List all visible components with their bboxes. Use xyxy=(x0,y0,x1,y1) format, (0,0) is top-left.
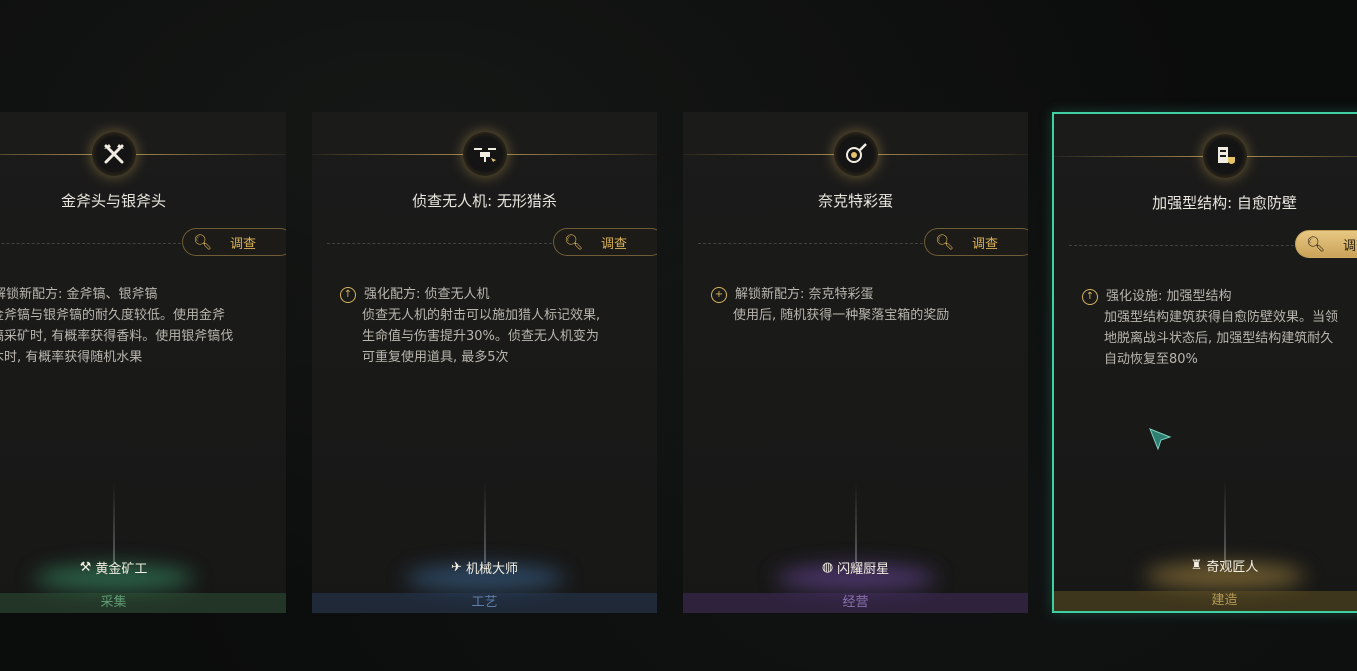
light-beam xyxy=(112,483,115,563)
divider xyxy=(327,243,552,244)
card-title: 奈克特彩蛋 xyxy=(817,192,893,210)
category-bar: 经营 xyxy=(683,593,1028,613)
pan-small-icon: ◍ xyxy=(821,560,834,575)
light-beam xyxy=(854,483,857,563)
effect-block: ↑ 强化配方: 侦查无人机 侦查无人机的射击可以施加猎人标记效果, 生命值与伤害提… xyxy=(340,284,647,368)
frying-pan-icon xyxy=(833,132,878,176)
effect-body: 使用后, 随机获得一种聚落宝箱的奖励 xyxy=(733,308,950,323)
effect-body: 加强型结构建筑获得自愈防壁效果。当领 地脱离战斗状态后, 加强型结构建筑耐久 自… xyxy=(1104,310,1339,367)
building-shield-icon xyxy=(1202,134,1247,178)
talent-card-reinforced-structure[interactable]: 加强型结构: 自愈防壁 🔍︎ 调查 ↑ 强化设施: 加强型结构 加强型结构建筑获得… xyxy=(1052,112,1357,613)
upgrade-icon: ↑ xyxy=(1082,288,1098,305)
investigate-label: 调查 xyxy=(1343,238,1357,254)
effect-block: + 解锁新配方: 奈克特彩蛋 使用后, 随机获得一种聚落宝箱的奖励 xyxy=(711,284,1018,326)
divider xyxy=(0,243,181,244)
profession-name: 黄金矿工 xyxy=(95,562,148,577)
investigate-button[interactable]: 🔍︎ 调查 xyxy=(924,228,1028,256)
search-icon: 🔍︎ xyxy=(193,233,213,251)
profession-label: ♜ 奇观匠人 xyxy=(1054,556,1357,575)
talent-card-scout-drone[interactable]: 侦查无人机: 无形猎杀 🔍︎ 调查 ↑ 强化配方: 侦查无人机 侦查无人机的射击可… xyxy=(312,112,657,613)
investigate-label: 调查 xyxy=(230,236,257,252)
card-title: 加强型结构: 自愈防壁 xyxy=(1152,194,1297,212)
category-bar: 建造 xyxy=(1054,591,1357,611)
crossed-axes-icon xyxy=(91,132,136,176)
profession-label: ✈ 机械大师 xyxy=(312,558,657,577)
investigate-button[interactable]: 🔍︎ 调查 xyxy=(182,228,286,256)
effect-head: 强化设施: 加强型结构 xyxy=(1106,289,1232,304)
category-bar: 采集 xyxy=(0,593,286,613)
light-beam xyxy=(1223,481,1226,561)
light-beam xyxy=(483,483,486,563)
divider xyxy=(1069,245,1294,246)
pickaxe-icon: ⚒ xyxy=(79,560,92,575)
investigate-button[interactable]: 🔍︎ 调查 xyxy=(1295,230,1357,258)
effect-head: 解锁新配方: 金斧镐、银斧镐 xyxy=(0,287,158,302)
investigate-label: 调查 xyxy=(972,236,999,252)
drone-icon xyxy=(462,132,507,176)
effect-head: 解锁新配方: 奈克特彩蛋 xyxy=(735,287,874,302)
effect-body: 侦查无人机的射击可以施加猎人标记效果, 生命值与伤害提升30%。侦查无人机变为 … xyxy=(362,308,601,365)
search-icon: 🔍︎ xyxy=(564,233,584,251)
search-icon: 🔍︎ xyxy=(1306,235,1326,253)
talent-selection-screen: 金斧头与银斧头 🔍︎ 调查 +解锁新配方: 金斧镐、银斧镐 金斧镐与银斧镐的耐久… xyxy=(0,0,1357,671)
plus-icon: + xyxy=(711,286,727,303)
profession-name: 机械大师 xyxy=(465,562,518,577)
card-ornament xyxy=(0,152,286,158)
drone-small-icon: ✈ xyxy=(451,560,462,575)
investigate-button[interactable]: 🔍︎ 调查 xyxy=(553,228,657,256)
statue-small-icon: ♜ xyxy=(1190,558,1203,573)
upgrade-icon: ↑ xyxy=(340,286,356,303)
search-icon: 🔍︎ xyxy=(935,233,955,251)
category-bar: 工艺 xyxy=(312,593,657,613)
profession-name: 闪耀厨星 xyxy=(837,562,890,577)
profession-name: 奇观匠人 xyxy=(1206,560,1259,575)
effect-block: +解锁新配方: 金斧镐、银斧镐 金斧镐与银斧镐的耐久度较低。使用金斧 镐采矿时,… xyxy=(0,284,276,368)
profession-label: ⚒ 黄金矿工 xyxy=(0,558,286,577)
profession-label: ◍ 闪耀厨星 xyxy=(683,558,1028,577)
effect-block: ↑ 强化设施: 加强型结构 加强型结构建筑获得自愈防壁效果。当领 地脱离战斗状态后… xyxy=(1082,286,1357,370)
investigate-label: 调查 xyxy=(601,236,628,252)
divider xyxy=(698,243,923,244)
talent-card-nect-egg[interactable]: 奈克特彩蛋 🔍︎ 调查 + 解锁新配方: 奈克特彩蛋 使用后, 随机获得一种聚落宝… xyxy=(683,112,1028,613)
card-title: 侦查无人机: 无形猎杀 xyxy=(412,192,557,210)
effect-head: 强化配方: 侦查无人机 xyxy=(364,287,490,302)
talent-card-gold-silver-axe[interactable]: 金斧头与银斧头 🔍︎ 调查 +解锁新配方: 金斧镐、银斧镐 金斧镐与银斧镐的耐久… xyxy=(0,112,286,613)
mouse-cursor-icon xyxy=(1149,428,1172,451)
card-title: 金斧头与银斧头 xyxy=(60,192,166,210)
effect-body: 金斧镐与银斧镐的耐久度较低。使用金斧 镐采矿时, 有概率获得香料。使用银斧镐伐 … xyxy=(0,308,234,365)
